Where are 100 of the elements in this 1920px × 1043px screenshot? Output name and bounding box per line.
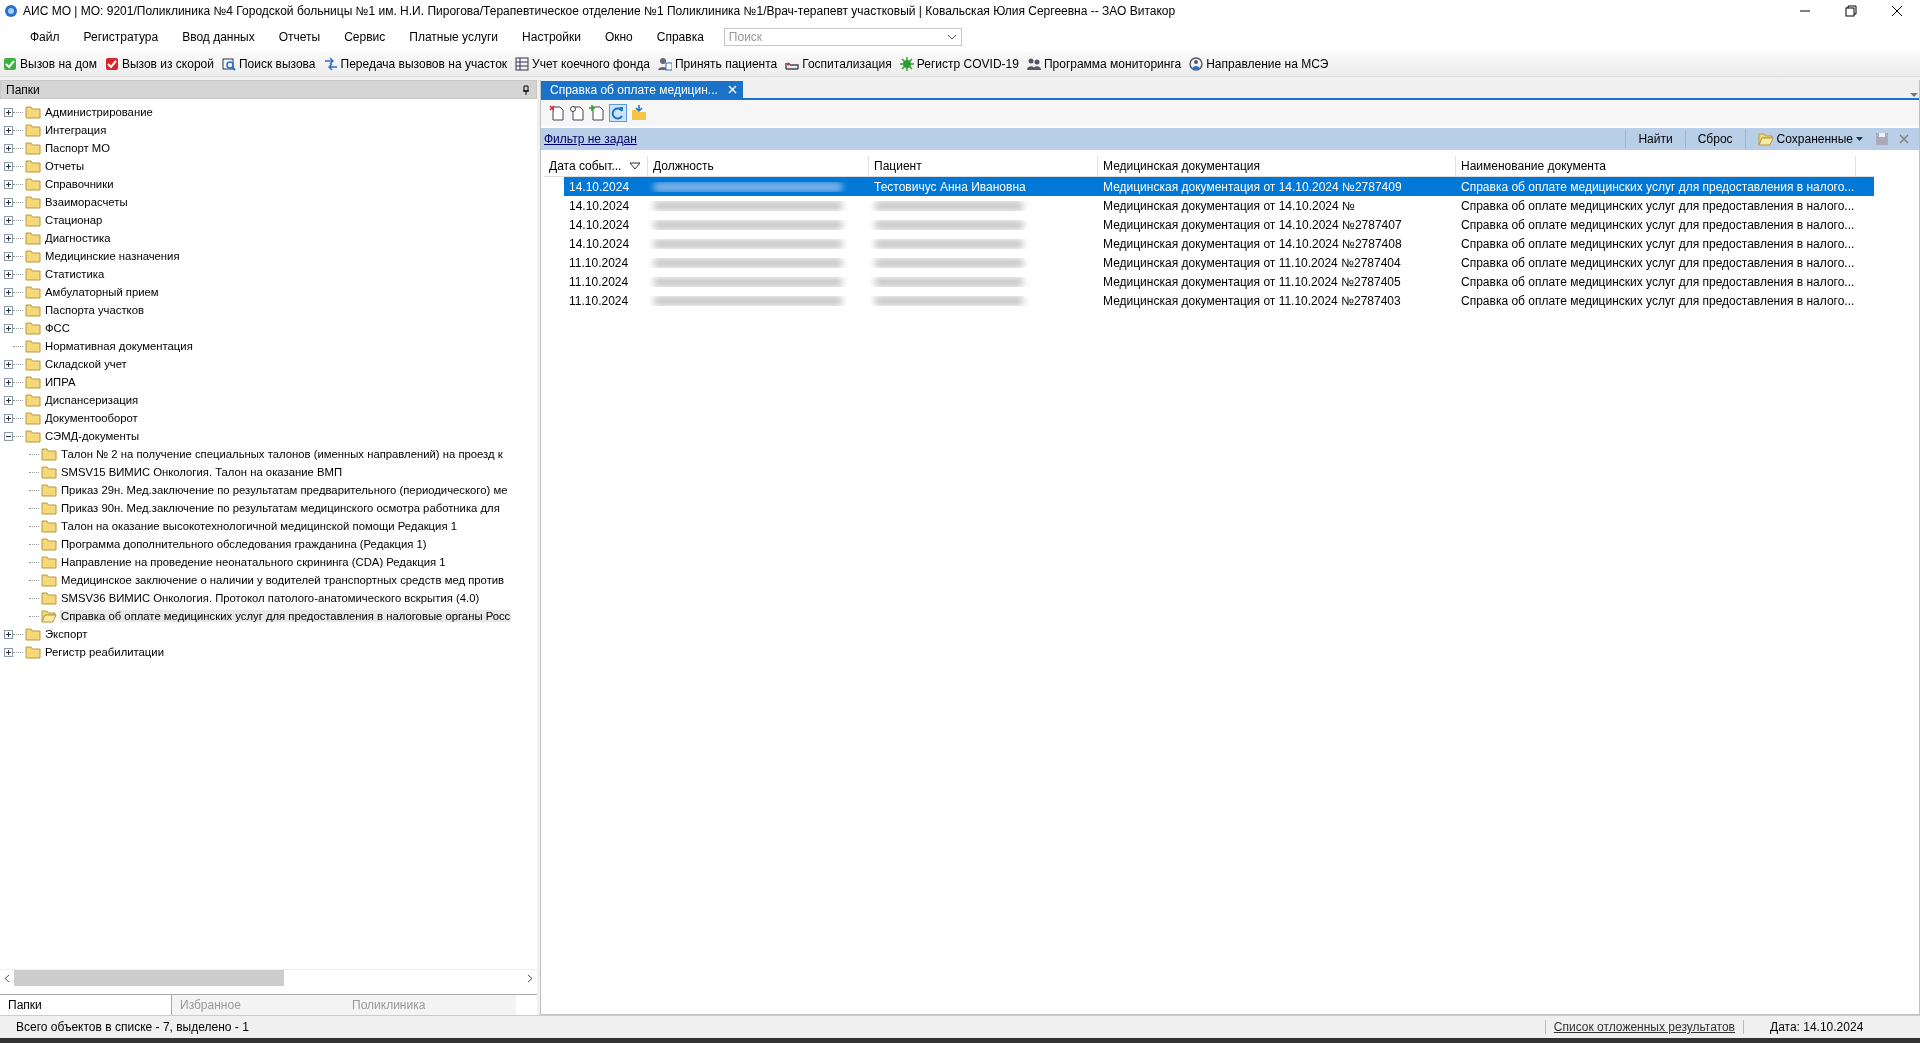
toolbar-button[interactable]: Регистр COVID-19 xyxy=(898,56,1020,72)
column-header[interactable]: Дата событ... xyxy=(544,156,648,176)
add-document-icon[interactable] xyxy=(589,105,605,121)
dropdown-caret-icon[interactable] xyxy=(946,34,957,40)
expand-icon[interactable] xyxy=(4,395,13,405)
table-row[interactable]: 14.10.2024 Медицинская документация от 14.10.2024 №2787407 Справка об оплате медицинских услуг для предоставления в налого... xyxy=(564,215,1874,234)
tree-item[interactable]: Приказ 29н. Мед.заключение по результатам предварительного (периодического) ме xyxy=(60,484,509,496)
toolbar-button[interactable]: Вызов из скорой xyxy=(103,56,215,72)
expand-icon[interactable] xyxy=(4,233,13,243)
toolbar-button[interactable]: Вызов на дом xyxy=(2,56,98,72)
table-row[interactable]: 14.10.2024 Медицинская документация от 14.10.2024 № Справка об оплате медицинских услуг для предоставления в налого... xyxy=(564,196,1874,215)
tree-item[interactable]: Диспансеризация xyxy=(44,394,140,406)
scrollbar-thumb[interactable] xyxy=(14,970,284,986)
toolbar-button[interactable]: Учет коечного фонда xyxy=(514,56,651,72)
filter-link[interactable]: Фильтр не задан xyxy=(544,132,637,146)
deferred-results-link[interactable]: Список отложенных результатов xyxy=(1544,1020,1744,1034)
document-tab[interactable]: Справка об оплате медицин... xyxy=(541,81,743,98)
tree-item[interactable]: Экспорт xyxy=(44,628,89,640)
menu-item[interactable]: Отчеты xyxy=(266,30,333,44)
tree-item[interactable]: Стационар xyxy=(44,214,104,226)
tree-item[interactable]: Взаиморасчеты xyxy=(44,196,129,208)
dropdown-caret-icon[interactable] xyxy=(1909,92,1919,98)
tree-item[interactable]: Статистика xyxy=(44,268,106,280)
tree-item[interactable]: Программа дополнительного обследования гражданина (Редакция 1) xyxy=(60,538,428,550)
expand-icon[interactable] xyxy=(4,287,13,297)
expand-icon[interactable] xyxy=(4,305,13,315)
column-header[interactable]: Медицинская документация xyxy=(1098,156,1456,176)
toolbar-button[interactable]: Программа мониторинга xyxy=(1025,56,1183,72)
tree-item[interactable]: SMSV15 ВИМИС Онкология. Талон на оказание ВМП xyxy=(60,466,343,478)
tree-item[interactable]: Нормативная документация xyxy=(44,340,194,352)
menu-item[interactable]: Платные услуги xyxy=(397,30,511,44)
column-header[interactable]: Должность xyxy=(648,156,869,176)
tree-item[interactable]: Талон на оказание высокотехнологичной медицинской помощи Редакция 1 xyxy=(60,520,458,532)
tree-item[interactable]: Диагностика xyxy=(44,232,112,244)
table-row[interactable]: 11.10.2024 Медицинская документация от 11.10.2024 №2787405 Справка об оплате медицинских услуг для предоставления в налого... xyxy=(564,272,1874,291)
filter-button[interactable]: Найти xyxy=(1625,130,1685,148)
table-row[interactable]: 11.10.2024 Медицинская документация от 11.10.2024 №2787404 Справка об оплате медицинских услуг для предоставления в налого... xyxy=(564,253,1874,272)
tree-item[interactable]: Медицинское заключение о наличии у водителей транспортных средств мед против xyxy=(60,574,506,586)
refresh-icon[interactable] xyxy=(609,104,627,122)
tree-item[interactable]: SMSV36 ВИМИС Онкология. Протокол патолого-анатомического вскрытия (4.0) xyxy=(60,592,481,604)
expand-icon[interactable] xyxy=(4,413,13,423)
expand-icon[interactable] xyxy=(4,269,13,279)
tree-item[interactable]: Медицинские назначения xyxy=(44,250,181,262)
tree-item[interactable]: Справочники xyxy=(44,178,115,190)
tree-item[interactable]: Паспорта участков xyxy=(44,304,145,316)
tree-item[interactable]: Паспорт МО xyxy=(44,142,111,154)
tree-item[interactable]: Приказ 90н. Мед.заключение по результатам медицинского осмотра работника для xyxy=(60,502,501,514)
filter-button[interactable]: Сохраненные xyxy=(1744,129,1875,149)
tree-item[interactable]: Направление на проведение неонатального скрининга (CDA) Редакция 1 xyxy=(60,556,447,568)
tree-item[interactable]: ФСС xyxy=(44,322,71,334)
menu-item[interactable]: Окно xyxy=(592,30,645,44)
pin-icon[interactable] xyxy=(522,84,530,95)
toolbar-button[interactable]: Направление на МСЭ xyxy=(1188,56,1330,72)
table-row[interactable]: 14.10.2024 Тестовичус Анна Ивановна Медицинская документация от 14.10.2024 №2787409 Справка об оплате медицинских услуг для предоставления в налого... xyxy=(564,177,1874,196)
restore-icon[interactable] xyxy=(1844,4,1858,18)
toolbar-button[interactable]: Принять пациента xyxy=(656,56,779,72)
tree-item[interactable]: Администрирование xyxy=(44,106,154,118)
expand-icon[interactable] xyxy=(4,251,13,261)
new-document-icon[interactable] xyxy=(549,105,565,121)
expand-icon[interactable] xyxy=(4,215,13,225)
toolbar-button[interactable]: Госпитализация xyxy=(784,56,893,72)
table-row[interactable]: 14.10.2024 Медицинская документация от 14.10.2024 №2787408 Справка об оплате медицинских услуг для предоставления в налого... xyxy=(564,234,1874,253)
expand-icon[interactable] xyxy=(4,323,13,333)
tree-item[interactable]: Интеграция xyxy=(44,124,108,136)
expand-icon[interactable] xyxy=(4,125,13,135)
expand-icon[interactable] xyxy=(4,647,13,657)
scroll-right-icon[interactable] xyxy=(527,973,533,983)
expand-icon[interactable] xyxy=(4,377,13,387)
expand-icon[interactable] xyxy=(4,107,13,117)
tree-item[interactable]: Регистр реабилитации xyxy=(44,646,165,658)
toolbar-button[interactable]: Поиск вызова xyxy=(221,56,317,72)
tree-item[interactable]: Талон № 2 на получение специальных талонов (именных направлений) на проезд к xyxy=(60,448,504,460)
close-icon[interactable] xyxy=(1890,4,1904,18)
folder-arrow-icon[interactable] xyxy=(631,105,647,121)
sort-icon[interactable] xyxy=(629,162,642,170)
tree-item[interactable]: ИПРА xyxy=(44,376,77,388)
tree-item[interactable]: Справка об оплате медицинских услуг для предоставления в налоговые органы Росс xyxy=(60,610,512,622)
menu-item[interactable]: Настройки xyxy=(510,30,593,44)
column-header[interactable]: Пациент xyxy=(869,156,1098,176)
collapse-icon[interactable] xyxy=(4,431,13,441)
tree-item[interactable]: Документооборот xyxy=(44,412,139,424)
expand-icon[interactable] xyxy=(4,359,13,369)
expand-icon[interactable] xyxy=(4,143,13,153)
scroll-left-icon[interactable] xyxy=(4,973,10,983)
menu-item[interactable]: Сервис xyxy=(332,30,398,44)
table-row[interactable]: 11.10.2024 Медицинская документация от 11.10.2024 №2787403 Справка об оплате медицинских услуг для предоставления в налого... xyxy=(564,291,1874,310)
menu-item[interactable]: Справка xyxy=(644,30,716,44)
tree-item[interactable]: Отчеты xyxy=(44,160,86,172)
filter-button[interactable]: Сброс xyxy=(1684,130,1745,148)
column-header[interactable]: Наименование документа xyxy=(1456,156,1856,176)
tree-item[interactable]: Складской учет xyxy=(44,358,128,370)
menu-item[interactable]: Регистратура xyxy=(71,30,171,44)
menu-item[interactable]: Ввод данных xyxy=(170,30,267,44)
expand-icon[interactable] xyxy=(4,179,13,189)
tree-item[interactable]: Амбулаторный прием xyxy=(44,286,160,298)
expand-icon[interactable] xyxy=(4,197,13,207)
expand-icon[interactable] xyxy=(4,629,13,639)
expand-icon[interactable] xyxy=(4,161,13,171)
menu-item[interactable]: Файл xyxy=(18,30,72,44)
tree-item[interactable]: СЭМД-документы xyxy=(44,430,141,442)
